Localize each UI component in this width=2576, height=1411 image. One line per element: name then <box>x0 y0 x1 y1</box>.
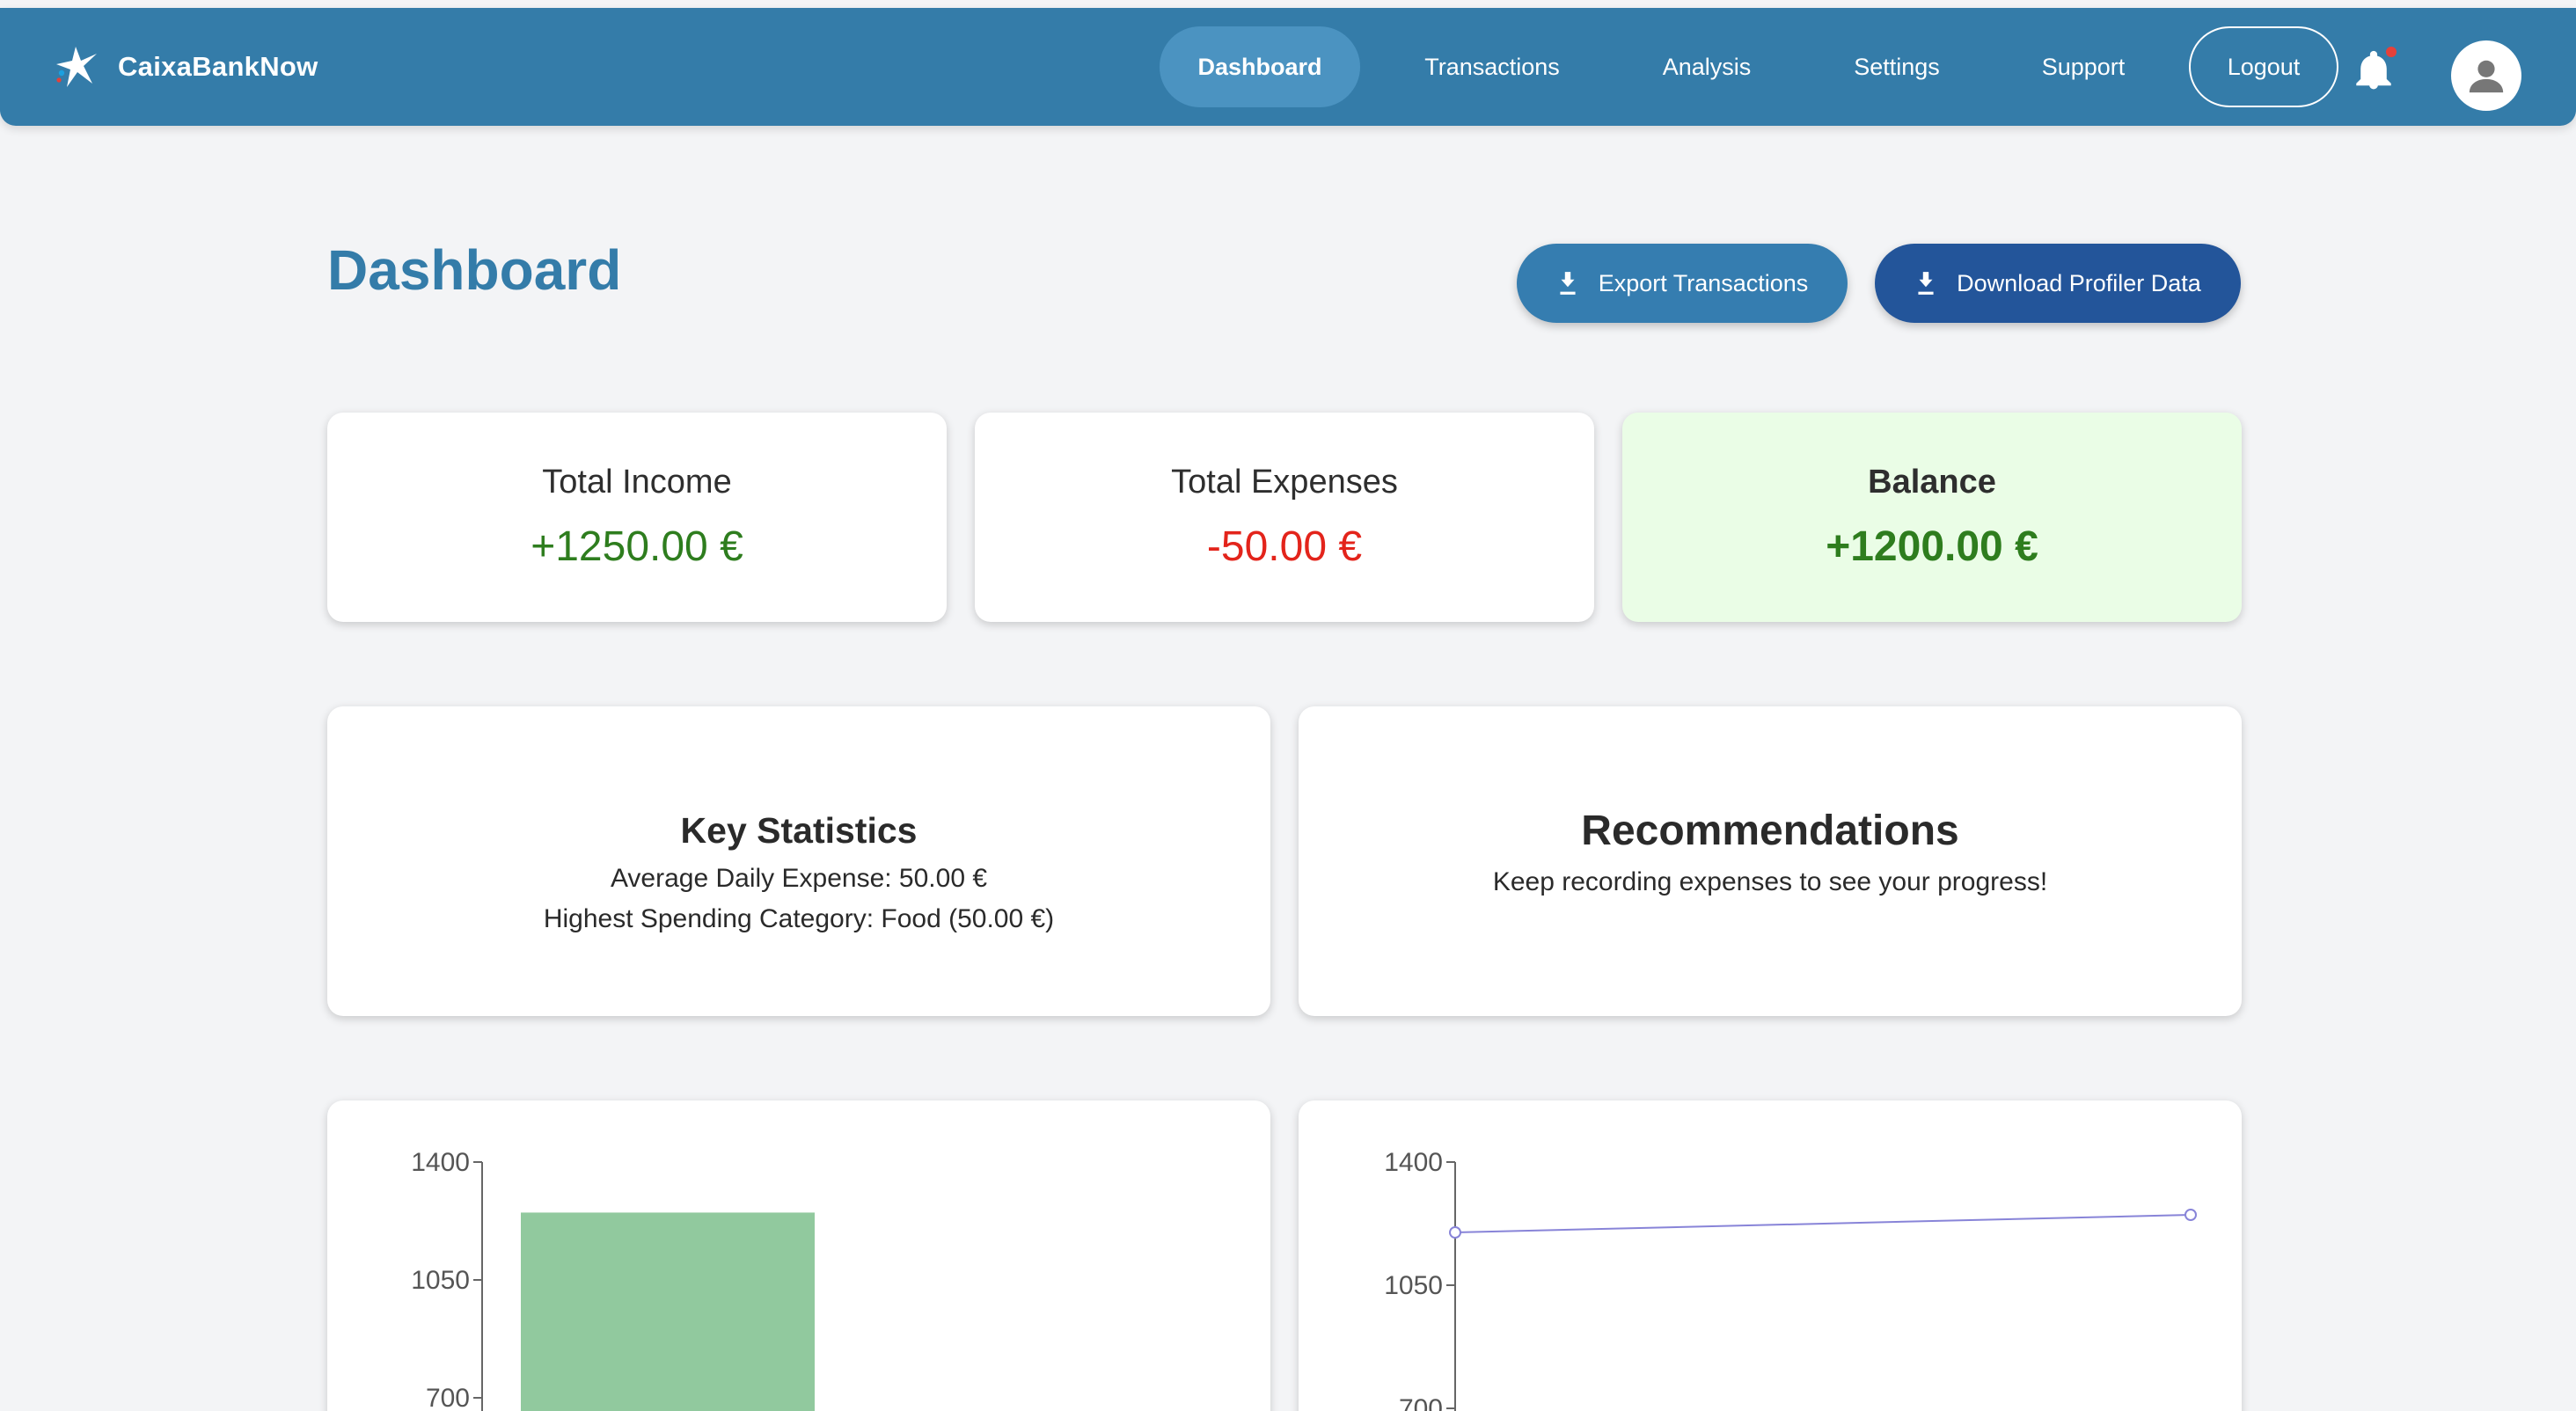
balance-line-chart: 1400 1050 700 <box>1384 1148 2197 1411</box>
download-icon <box>1560 272 1576 295</box>
y-tick-label: 1050 <box>411 1266 470 1295</box>
nav-settings[interactable]: Settings <box>1835 26 1958 107</box>
brand-name: CaixaBankNow <box>118 51 318 82</box>
total-expenses-card: Total Expenses -50.00 € <box>975 413 1594 622</box>
total-expenses-label: Total Expenses <box>1171 464 1398 501</box>
balance-card: Balance +1200.00 € <box>1622 413 2242 622</box>
top-navbar: CaixaBankNow Dashboard Transactions Anal… <box>0 8 2576 126</box>
recommendations-title: Recommendations <box>1581 808 1959 854</box>
average-daily-expense: Average Daily Expense: 50.00 € <box>610 864 988 893</box>
page-title: Dashboard <box>327 238 622 302</box>
total-income-label: Total Income <box>542 464 732 501</box>
avatar[interactable] <box>2451 40 2521 111</box>
key-statistics-card: Key Statistics Average Daily Expense: 50… <box>327 706 1270 1016</box>
balance-line-chart-card: 1400 1050 700 <box>1299 1100 2242 1411</box>
download-icon <box>1918 272 1934 295</box>
key-statistics-title: Key Statistics <box>680 810 918 851</box>
nav-dashboard[interactable]: Dashboard <box>1160 26 1360 107</box>
nav-support[interactable]: Support <box>2022 26 2145 107</box>
nav-analysis[interactable]: Analysis <box>1640 26 1774 107</box>
y-tick-label: 700 <box>426 1384 470 1411</box>
export-transactions-label: Export Transactions <box>1598 269 1809 296</box>
income-bar-chart: 1400 1050 700 <box>411 1148 815 1411</box>
brand[interactable]: CaixaBankNow <box>51 8 318 126</box>
income-bar-chart-card: 1400 1050 700 <box>327 1100 1270 1411</box>
notification-dot <box>2386 47 2397 57</box>
recommendation-text: Keep recording expenses to see your prog… <box>1492 867 2048 896</box>
download-profiler-button[interactable]: Download Profiler Data <box>1875 244 2241 323</box>
y-tick-label: 1400 <box>1384 1148 1443 1177</box>
total-income-card: Total Income +1250.00 € <box>327 413 947 622</box>
balance-label: Balance <box>1868 464 1996 501</box>
balance-value: +1200.00 € <box>1826 523 2038 570</box>
export-transactions-button[interactable]: Export Transactions <box>1517 244 1848 323</box>
y-tick-label: 700 <box>1399 1394 1443 1411</box>
y-tick-label: 1400 <box>411 1148 470 1177</box>
income-bar <box>521 1212 815 1411</box>
recommendations-card: Recommendations Keep recording expenses … <box>1299 706 2242 1016</box>
balance-line <box>1454 1214 2192 1233</box>
total-income-value: +1250.00 € <box>531 523 743 570</box>
caixabank-star-logo-icon <box>56 47 97 87</box>
bell-icon[interactable] <box>2356 50 2391 91</box>
total-expenses-value: -50.00 € <box>1206 523 1363 570</box>
nav-transactions[interactable]: Transactions <box>1404 26 1580 107</box>
y-tick-label: 1050 <box>1384 1271 1443 1300</box>
logout-button[interactable]: Logout <box>2189 26 2338 107</box>
download-profiler-label: Download Profiler Data <box>1957 269 2201 296</box>
user-icon <box>2469 60 2504 93</box>
highest-spending-category: Highest Spending Category: Food (50.00 €… <box>543 904 1055 933</box>
line-point <box>1449 1226 1461 1239</box>
line-point <box>2184 1209 2197 1221</box>
